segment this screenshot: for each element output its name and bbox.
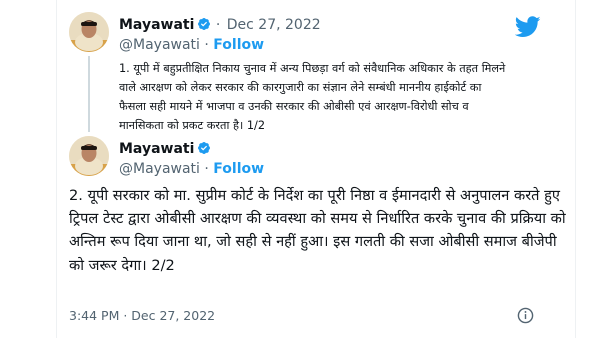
tweet-date[interactable]: Dec 27, 2022 xyxy=(227,17,321,33)
separator-dot: · xyxy=(199,37,214,53)
tweet1-handle-row: @Mayawati · Follow xyxy=(119,36,264,54)
verified-badge-icon xyxy=(198,142,211,154)
tweet2-text: 2. यूपी सरकार को मा. सुप्रीम कोर्ट के नि… xyxy=(69,187,566,274)
separator-dot: · xyxy=(199,161,214,177)
follow-button[interactable]: Follow xyxy=(213,37,264,53)
tweet2-header: Mayawati xyxy=(119,140,211,158)
avatar[interactable] xyxy=(69,136,109,176)
verified-badge-icon xyxy=(198,18,211,30)
thread-connector xyxy=(88,56,90,132)
author-handle[interactable]: @Mayawati xyxy=(119,161,200,177)
follow-button[interactable]: Follow xyxy=(213,161,264,177)
author-name[interactable]: Mayawati xyxy=(119,141,194,157)
author-handle[interactable]: @Mayawati xyxy=(119,37,200,53)
separator-dot: · xyxy=(215,17,221,33)
tweet1-header: Mayawati · Dec 27, 2022 xyxy=(119,16,321,34)
info-icon[interactable] xyxy=(517,307,534,324)
tweet2-handle-row: @Mayawati · Follow xyxy=(119,160,264,178)
tweet-timestamp[interactable]: 3:44 PM · Dec 27, 2022 xyxy=(69,308,215,323)
tweet1-text: 1. यूपी में बहुप्रतीक्षित निकाय चुनाव मे… xyxy=(119,62,506,132)
tweet-thread-card: Mayawati · Dec 27, 2022 @Mayawati · Foll… xyxy=(56,0,576,338)
avatar[interactable] xyxy=(69,12,109,52)
twitter-bird-icon[interactable] xyxy=(515,16,541,38)
author-name[interactable]: Mayawati xyxy=(119,17,194,33)
